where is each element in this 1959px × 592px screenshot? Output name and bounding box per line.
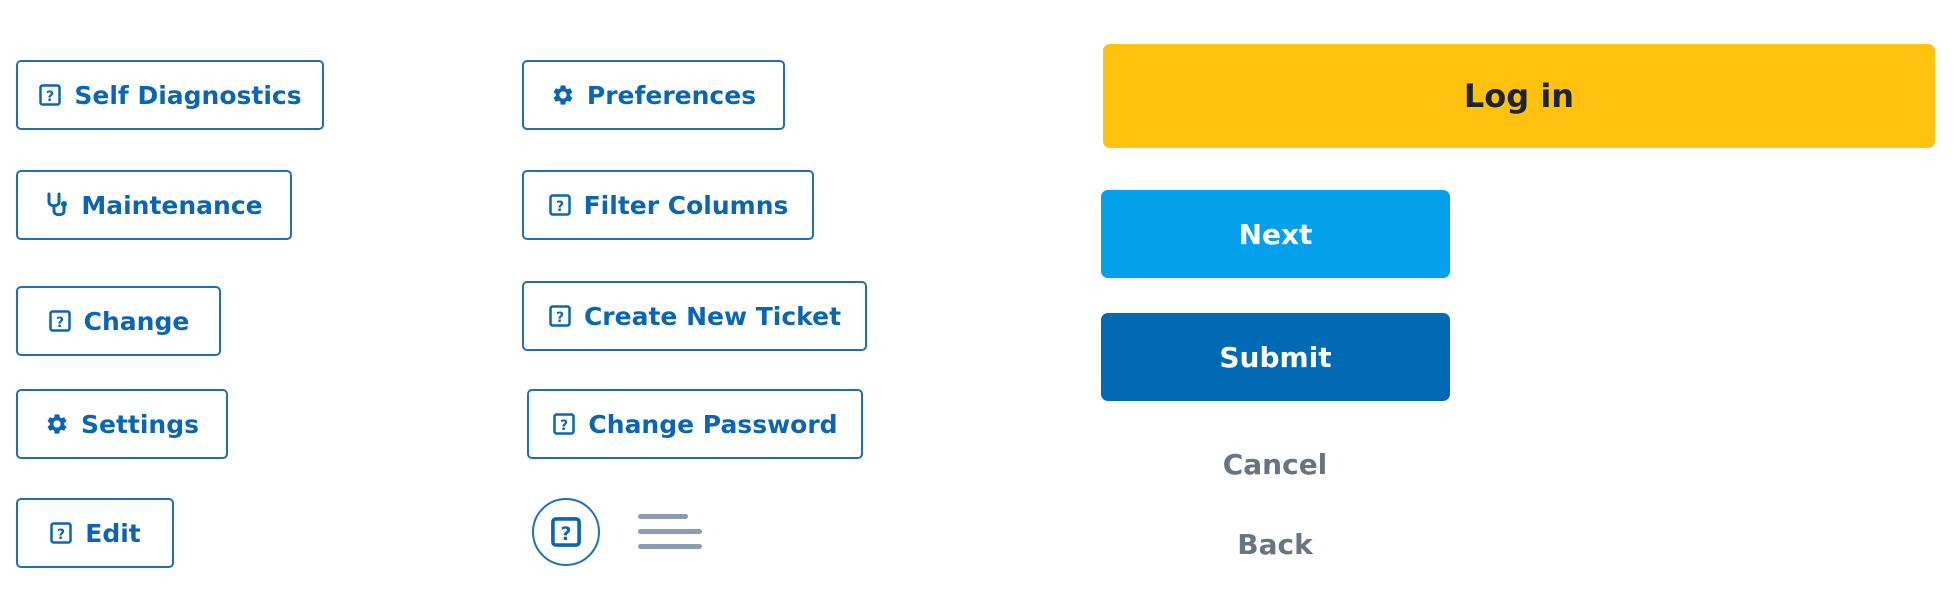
back-button[interactable]: Back [1100, 522, 1450, 566]
create-new-ticket-label: Create New Ticket [583, 301, 842, 331]
svg-text:?: ? [560, 418, 568, 434]
edit-button[interactable]: ? Edit [16, 498, 174, 568]
help-square-icon: ? [552, 412, 576, 436]
login-label: Log in [1463, 77, 1575, 115]
change-password-label: Change Password [588, 409, 838, 439]
svg-text:?: ? [56, 315, 64, 331]
gear-icon [551, 83, 575, 107]
help-square-icon: ? [548, 193, 572, 217]
change-password-button[interactable]: ? Change Password [527, 389, 863, 459]
help-square-icon: ? [550, 516, 582, 548]
svg-text:?: ? [561, 523, 572, 545]
maintenance-label: Maintenance [81, 190, 263, 220]
svg-text:?: ? [57, 527, 65, 543]
svg-text:?: ? [556, 310, 564, 326]
filter-columns-button[interactable]: ? Filter Columns [522, 170, 814, 240]
preferences-button[interactable]: Preferences [522, 60, 785, 130]
next-button[interactable]: Next [1101, 190, 1450, 278]
self-diagnostics-button[interactable]: ? Self Diagnostics [16, 60, 324, 130]
help-square-icon: ? [48, 309, 72, 333]
svg-text:?: ? [46, 89, 54, 105]
cancel-button[interactable]: Cancel [1100, 442, 1450, 486]
login-button[interactable]: Log in [1103, 44, 1935, 148]
change-label: Change [83, 306, 190, 336]
stethoscope-icon [45, 192, 69, 217]
svg-text:?: ? [556, 199, 564, 215]
settings-button[interactable]: Settings [16, 389, 228, 459]
cancel-label: Cancel [1222, 447, 1328, 481]
submit-button[interactable]: Submit [1101, 313, 1450, 401]
change-button[interactable]: ? Change [16, 286, 221, 356]
edit-label: Edit [85, 518, 141, 548]
settings-label: Settings [80, 409, 199, 439]
back-label: Back [1237, 527, 1313, 561]
hamburger-menu-icon[interactable] [638, 512, 702, 552]
gear-icon [45, 412, 69, 436]
self-diagnostics-label: Self Diagnostics [74, 80, 302, 110]
help-square-icon: ? [548, 304, 572, 328]
filter-columns-label: Filter Columns [583, 190, 789, 220]
help-circle-button[interactable]: ? [532, 498, 600, 566]
help-square-icon: ? [49, 521, 73, 545]
help-square-icon: ? [38, 83, 62, 107]
create-new-ticket-button[interactable]: ? Create New Ticket [522, 281, 867, 351]
maintenance-button[interactable]: Maintenance [16, 170, 292, 240]
next-label: Next [1238, 217, 1313, 251]
preferences-label: Preferences [586, 80, 757, 110]
submit-label: Submit [1219, 340, 1332, 374]
